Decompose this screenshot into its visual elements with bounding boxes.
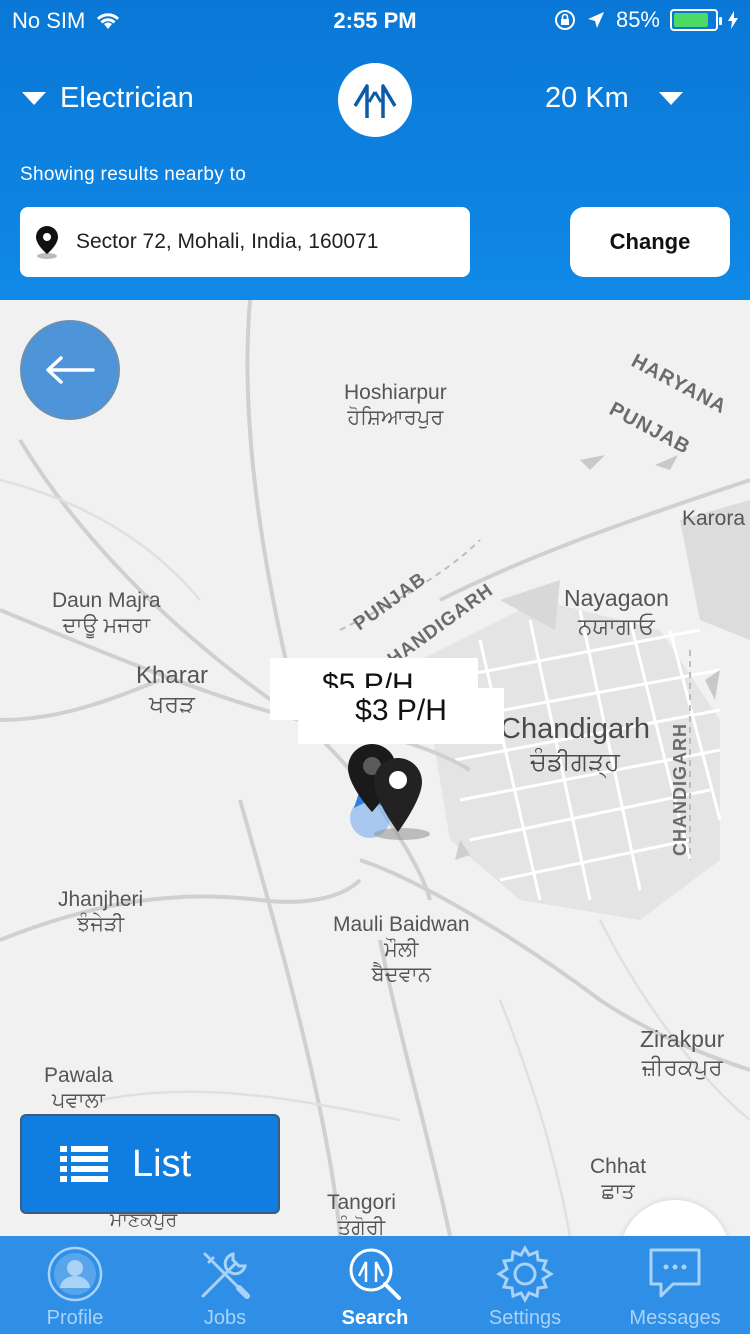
place-name-local: ਮੌਲੀ [384, 938, 419, 962]
place-name-local: ਚੰਡੀਗੜ੍ਹ [530, 747, 620, 776]
place-name-local: ਹੋਸ਼ਿਆਰਪੁਰ [347, 406, 444, 430]
map-place-nayagaon: Nayagaon ਨਯਾਗਾਓ [564, 585, 669, 640]
gear-icon [496, 1244, 554, 1304]
place-name: Jhanjheri [58, 888, 144, 911]
map-pin-icon[interactable] [336, 738, 446, 848]
map-place-zirakpur: Zirakpur ਜ਼ੀਰਕਪੁਰ [640, 1026, 724, 1081]
address-text: Sector 72, Mohali, India, 160071 [76, 230, 379, 253]
distance-dropdown[interactable]: 20 Km [545, 82, 683, 115]
chevron-down-icon [658, 92, 683, 105]
place-name-local: ਦਾਊ ਮਜਰਾ [62, 614, 151, 638]
arrow-left-icon [46, 356, 95, 384]
map-place-kharar: Kharar ਖਰੜ [136, 662, 208, 720]
battery-fill [674, 13, 708, 27]
chevron-down-icon [22, 92, 46, 105]
map-place-tangori: Tangori ਤੰਗੋਰੀ [327, 1190, 396, 1236]
tab-label: Settings [488, 1307, 562, 1329]
wifi-icon [97, 13, 120, 29]
charging-bolt-icon [728, 11, 738, 29]
map-place-mauli-baidwan: Mauli Baidwan ਮੌਲੀ ਬੈਦਵਾਨ [333, 912, 470, 988]
profile-icon [47, 1246, 103, 1302]
place-name-local: ਤੰਗੋਰੀ [337, 1216, 386, 1236]
tab-jobs[interactable]: Jobs [150, 1236, 300, 1334]
place-name-local: ਜ਼ੀਰਕਪੁਰ [641, 1053, 723, 1080]
list-label: List [132, 1142, 192, 1185]
battery-percent: 85% [615, 7, 660, 32]
header: No SIM 2:55 PM 85% Electrician 20 Km Sho… [0, 0, 750, 300]
status-right: 85% [554, 7, 738, 33]
tools-icon [201, 1252, 250, 1299]
tab-messages[interactable]: Messages [600, 1236, 750, 1334]
battery-icon [670, 9, 722, 31]
place-name-local: ਬੈਦਵਾਨ [371, 963, 431, 987]
nearby-label: Showing results nearby to [20, 164, 247, 185]
place-name: Chhat [590, 1155, 647, 1178]
map-place-chandigarh: Chandigarh ਚੰਡੀਗੜ੍ਹ [500, 712, 650, 777]
location-pin-icon [36, 226, 58, 259]
place-name-local: ਨਯਾਗਾਓ [577, 612, 655, 639]
place-name: Pawala [44, 1064, 113, 1087]
map-place-hoshiarpur: Hoshiarpur ਹੋਸ਼ਿਆਰਪੁਰ [344, 380, 447, 430]
tab-label: Search [341, 1307, 409, 1329]
category-dropdown[interactable]: Electrician [22, 82, 194, 115]
list-icon [60, 1146, 108, 1182]
list-view-button[interactable]: List [20, 1114, 280, 1214]
price-tag[interactable]: $3 P/H [298, 688, 504, 744]
category-label: Electrician [60, 82, 194, 114]
address-field[interactable]: Sector 72, Mohali, India, 160071 [20, 207, 470, 277]
tab-label: Messages [629, 1307, 721, 1329]
place-name: Tangori [327, 1191, 396, 1214]
chat-icon [649, 1248, 701, 1298]
rotation-lock-icon [554, 10, 575, 30]
place-name: Daun Majra [52, 589, 161, 612]
carrier-label: No SIM [12, 8, 86, 33]
map-place-pawala: Pawala ਪਵਾਲਾ [44, 1063, 113, 1113]
map-place-chhat: Chhat ਛਾਤ [590, 1154, 646, 1204]
place-name-local: ਝੰਜੇੜੀ [77, 913, 125, 937]
distance-label: 20 Km [545, 82, 629, 114]
change-location-button[interactable]: Change [570, 207, 730, 277]
place-name: Nayagaon [564, 585, 669, 611]
tab-search[interactable]: Search [300, 1236, 450, 1334]
place-name: Zirakpur [640, 1026, 725, 1052]
map-place-karora: Karora [682, 506, 745, 531]
map-view[interactable]: HARYANA PUNJAB PUNJAB CHANDIGARH CHANDIG… [0, 300, 750, 1236]
map-place-jhanjheri: Jhanjheri ਝੰਜੇੜੀ [58, 887, 143, 937]
tab-bar: Profile Jobs Search Settings Messages [0, 1236, 750, 1334]
place-name-local: ਖਰੜ [149, 690, 195, 718]
place-name: Mauli Baidwan [333, 913, 470, 936]
place-name: Hoshiarpur [344, 381, 447, 404]
region-label-chandigarh: CHANDIGARH [670, 723, 690, 856]
status-left: No SIM [12, 8, 121, 34]
place-name-local: ਛਾਤ [601, 1180, 635, 1204]
status-bar: No SIM 2:55 PM 85% [0, 0, 750, 40]
tab-label: Profile [46, 1307, 104, 1329]
tab-profile[interactable]: Profile [0, 1236, 150, 1334]
tab-settings[interactable]: Settings [450, 1236, 600, 1334]
tab-label: Jobs [203, 1307, 247, 1329]
search-icon [349, 1248, 401, 1300]
map-place-daun-majra: Daun Majra ਦਾਊ ਮਜਰਾ [52, 588, 161, 638]
place-name: Karora [682, 507, 746, 530]
app-logo [338, 63, 412, 137]
back-button[interactable] [20, 320, 120, 420]
place-name: Chandigarh [500, 713, 650, 745]
place-name-local: ਪਵਾਲਾ [51, 1089, 105, 1113]
place-name: Kharar [136, 662, 209, 689]
location-arrow-icon [587, 12, 604, 28]
logo-arrows-icon [353, 84, 397, 118]
